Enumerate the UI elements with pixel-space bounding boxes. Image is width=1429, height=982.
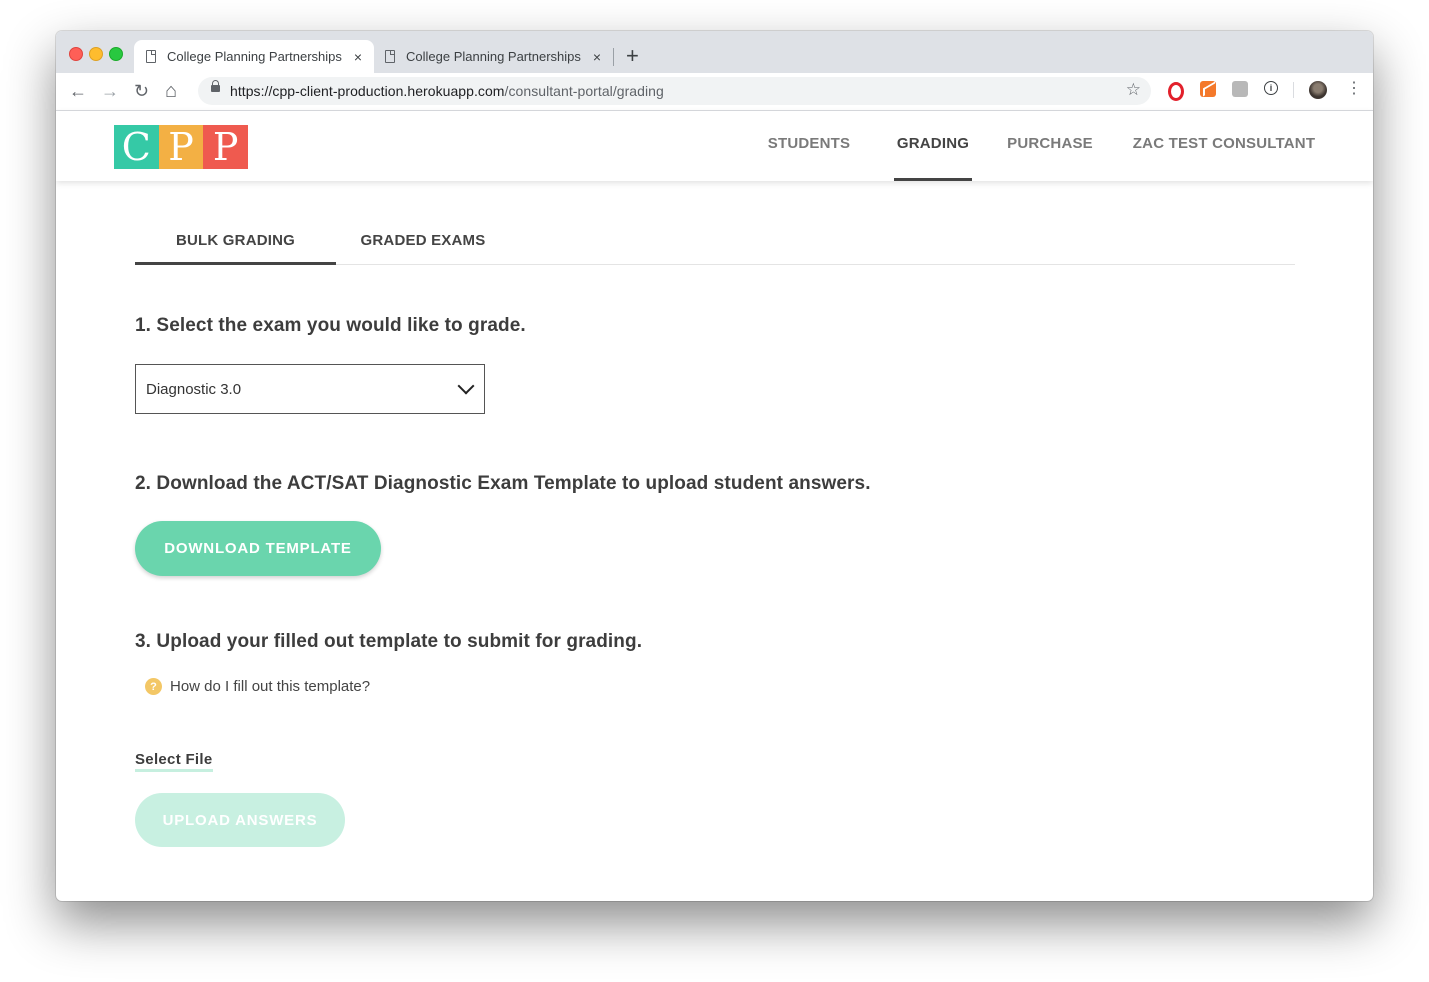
tab-bulk-grading[interactable]: BULK GRADING <box>135 229 336 265</box>
profile-avatar[interactable] <box>1309 81 1327 99</box>
url-path: /consultant-portal/grading <box>504 83 664 99</box>
opera-extension-icon[interactable] <box>1168 82 1184 101</box>
window-minimize-button[interactable] <box>89 47 103 61</box>
nav-students[interactable]: STUDENTS <box>764 111 854 181</box>
window-close-button[interactable] <box>69 47 83 61</box>
tab-close-icon[interactable]: × <box>593 49 601 65</box>
info-extension-icon[interactable]: i <box>1264 81 1278 95</box>
back-icon[interactable]: ← <box>69 80 87 102</box>
url-host: https://cpp-client-production.herokuapp.… <box>230 83 505 99</box>
download-template-button[interactable]: DOWNLOAD TEMPLATE <box>135 521 381 576</box>
forward-icon[interactable]: → <box>101 80 119 102</box>
analytics-extension-icon[interactable] <box>1200 81 1216 97</box>
home-icon[interactable]: ⌂ <box>165 80 177 102</box>
step-2-heading: 2. Download the ACT/SAT Diagnostic Exam … <box>135 473 871 494</box>
nav-grading[interactable]: GRADING <box>894 111 972 181</box>
browser-tab[interactable]: College Planning Partnerships × <box>373 40 613 73</box>
reload-icon[interactable]: ↻ <box>134 80 149 102</box>
app-header: C P P STUDENTS GRADING PURCHASE ZAC TEST… <box>56 111 1373 181</box>
select-file-link[interactable]: Select File <box>135 751 213 772</box>
nav-purchase[interactable]: PURCHASE <box>1004 111 1096 181</box>
question-icon: ? <box>145 678 162 695</box>
browser-window: College Planning Partnerships × College … <box>56 31 1373 901</box>
tab-graded-exams[interactable]: GRADED EXAMS <box>336 229 510 264</box>
page-icon <box>146 50 156 63</box>
new-tab-icon[interactable]: + <box>626 43 639 69</box>
tab-close-icon[interactable]: × <box>354 49 362 65</box>
toolbar-separator <box>1293 82 1294 98</box>
step-1-heading: 1. Select the exam you would like to gra… <box>135 315 526 336</box>
extension-icon[interactable] <box>1232 81 1248 97</box>
logo-letter: P <box>158 125 204 169</box>
nav-account[interactable]: ZAC TEST CONSULTANT <box>1130 111 1318 181</box>
browser-tab-active[interactable]: College Planning Partnerships × <box>134 40 374 73</box>
step-3-heading: 3. Upload your filled out template to su… <box>135 631 643 652</box>
browser-menu-icon[interactable]: ⋮ <box>1346 80 1362 98</box>
lock-icon <box>211 80 220 92</box>
tab-separator <box>613 48 614 66</box>
help-link[interactable]: ? How do I fill out this template? <box>145 678 370 695</box>
address-bar[interactable]: https://cpp-client-production.herokuapp.… <box>198 77 1151 105</box>
bookmark-star-icon[interactable]: ☆ <box>1126 80 1141 100</box>
cpp-logo[interactable]: C P P <box>114 125 249 169</box>
exam-select-value: Diagnostic 3.0 <box>146 380 242 398</box>
logo-letter: P <box>203 125 249 169</box>
url-text: https://cpp-client-production.herokuapp.… <box>230 83 664 99</box>
window-maximize-button[interactable] <box>109 47 123 61</box>
tab-title: College Planning Partnerships <box>167 49 342 64</box>
logo-letter: C <box>114 125 159 169</box>
grading-tabs: BULK GRADING GRADED EXAMS <box>135 229 1295 265</box>
tab-strip: College Planning Partnerships × College … <box>56 31 1373 73</box>
tab-title: College Planning Partnerships <box>406 49 581 64</box>
upload-answers-button[interactable]: UPLOAD ANSWERS <box>135 793 345 847</box>
chevron-down-icon <box>457 377 475 395</box>
exam-select[interactable]: Diagnostic 3.0 <box>135 364 485 414</box>
page-icon <box>385 50 395 63</box>
help-link-text: How do I fill out this template? <box>170 678 371 695</box>
